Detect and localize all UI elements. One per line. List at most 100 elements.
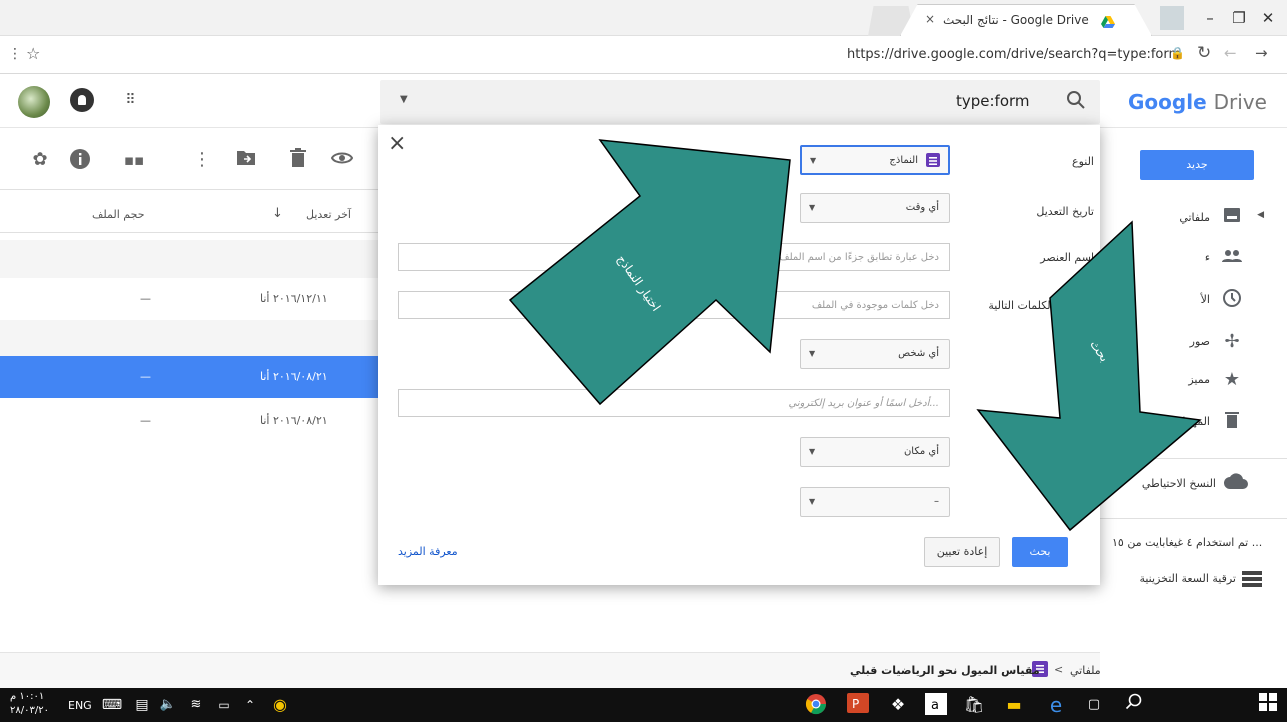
breadcrumb-separator: < xyxy=(1054,663,1064,676)
settings-icon[interactable]: ✿ xyxy=(28,148,52,172)
move-to-folder-icon[interactable] xyxy=(234,148,258,172)
new-button[interactable]: جديد xyxy=(1140,150,1254,180)
notifications-icon[interactable] xyxy=(70,88,94,112)
forward-icon[interactable]: → xyxy=(1255,44,1268,62)
language-indicator[interactable]: ENG xyxy=(68,699,92,712)
window-close-icon[interactable]: ✕ xyxy=(1253,6,1283,30)
modified-label: تاريخ التعديل xyxy=(1036,205,1094,218)
menu-dots-icon[interactable]: ⋮ xyxy=(8,46,22,62)
more-actions-icon[interactable]: ⋮ xyxy=(190,148,214,172)
google-drive-logo[interactable]: Google Drive xyxy=(1128,90,1267,114)
browser-tab[interactable]: × نتائج البحث - Google Drive xyxy=(900,4,1152,36)
store-icon[interactable]: 🛍 xyxy=(962,693,986,717)
chevron-down-icon: ▼ xyxy=(809,349,816,358)
preview-eye-icon[interactable] xyxy=(330,148,354,172)
type-dropdown[interactable]: ▼ النماذج xyxy=(800,145,950,175)
chevron-down-icon: ▼ xyxy=(809,447,816,456)
bookmark-star-icon[interactable]: ☆ xyxy=(26,44,40,63)
dropbox-icon[interactable]: ❖ xyxy=(886,693,910,717)
amazon-icon[interactable]: a xyxy=(924,693,948,717)
advanced-search-dialog: × النوع ▼ النماذج تاريخ التعديل ▼ أي وقت… xyxy=(378,125,1100,585)
divider xyxy=(1100,518,1287,519)
tab-title: نتائج البحث - Google Drive xyxy=(943,13,1089,27)
sidebar-item-label: الأ xyxy=(1200,293,1210,306)
file-explorer-icon[interactable]: ▬ xyxy=(1002,693,1026,717)
expand-caret-icon[interactable]: ◀ xyxy=(1257,210,1264,220)
modified-dropdown[interactable]: ▼ أي وقت xyxy=(800,193,950,223)
search-input[interactable]: type:form xyxy=(956,92,1030,110)
location-value: أي مكان xyxy=(903,446,939,457)
windows-start-icon[interactable] xyxy=(1256,693,1280,717)
item-name-placeholder: دخل عبارة تطابق جزءًا من اسم الملف xyxy=(779,252,939,263)
paint-app-icon[interactable]: ◉ xyxy=(268,693,292,717)
avatar[interactable] xyxy=(18,86,50,118)
logo-google-text: Google xyxy=(1128,90,1207,114)
search-icon[interactable] xyxy=(1122,693,1146,717)
col-header-modified[interactable]: آخر تعديل xyxy=(306,208,351,221)
learn-more-link[interactable]: معرفة المزيد xyxy=(398,545,458,558)
minimize-icon[interactable]: – xyxy=(1195,6,1225,30)
extra-dropdown[interactable]: ▼ – xyxy=(800,487,950,517)
clock-icon xyxy=(1220,288,1244,312)
section-header xyxy=(0,320,380,356)
search-options-caret-icon[interactable]: ▼ xyxy=(400,94,408,105)
chrome-icon[interactable] xyxy=(804,693,828,717)
sidebar-item-photos[interactable]: صور ✢ xyxy=(1116,328,1266,356)
sort-arrow-icon[interactable]: ↓ xyxy=(272,206,283,221)
divider xyxy=(1100,458,1287,459)
col-header-size[interactable]: حجم الملف xyxy=(92,208,145,221)
tab-close-icon[interactable]: × xyxy=(925,12,935,26)
apps-grid-icon[interactable]: ⠿ xyxy=(118,88,142,112)
item-name-input[interactable]: دخل عبارة تطابق جزءًا من اسم الملف xyxy=(398,243,950,271)
sidebar-item-my-drive[interactable]: ملفاتي ◀ xyxy=(1116,204,1266,232)
maximize-icon[interactable]: ❐ xyxy=(1224,6,1254,30)
search-button[interactable]: بحث xyxy=(1012,537,1068,567)
shared-with-input[interactable]: أدخل اسمًا أو عنوان بريد إلكتروني... xyxy=(398,389,950,417)
action-center-icon[interactable]: ▤ xyxy=(130,693,154,717)
powerpoint-icon[interactable]: P xyxy=(846,693,870,717)
sidebar-item-backups[interactable]: النسخ الاحتياطي xyxy=(1116,470,1266,498)
modified-value: أي وقت xyxy=(905,202,939,213)
trash-icon[interactable] xyxy=(286,148,310,172)
clock-time[interactable]: ١٠:٠١ م xyxy=(10,691,44,702)
location-dropdown[interactable]: ▼ أي مكان xyxy=(800,437,950,467)
sidebar-item-trash[interactable]: المهملات xyxy=(1116,408,1266,436)
sidebar-item-shared[interactable]: ء xyxy=(1116,244,1266,272)
back-icon[interactable]: ← xyxy=(1224,44,1237,62)
reload-icon[interactable]: ↻ xyxy=(1197,43,1211,63)
sidebar-item-recent[interactable]: الأ xyxy=(1116,286,1266,314)
address-bar: ⋮ ☆ https://drive.google.com/drive/searc… xyxy=(0,36,1287,74)
search-bar[interactable]: ▼ type:form xyxy=(380,80,1100,124)
trash-icon xyxy=(1220,410,1244,434)
contains-words-input[interactable]: دخل كلمات موجودة في الملف xyxy=(398,291,950,319)
table-row[interactable]: — ٢٠١٦/١٢/١١ أنا xyxy=(0,280,380,320)
chevron-up-icon[interactable]: ⌃ xyxy=(238,693,262,717)
wifi-icon[interactable]: ≋ xyxy=(184,693,208,717)
search-icon[interactable] xyxy=(1066,90,1086,110)
breadcrumb-file[interactable]: مقياس الميول نحو الرياضيات قبلي xyxy=(850,664,1040,677)
reset-button[interactable]: إعادة تعيين xyxy=(924,537,1000,567)
storage-icon xyxy=(1242,571,1262,587)
sidebar-item-starred[interactable]: مميز ★ xyxy=(1116,366,1266,394)
info-icon[interactable] xyxy=(68,148,92,172)
cloud-icon xyxy=(1224,472,1248,496)
volume-icon[interactable]: 🔈 xyxy=(156,693,180,717)
shared-placeholder: أدخل اسمًا أو عنوان بريد إلكتروني... xyxy=(788,398,939,409)
upgrade-storage-link[interactable]: ترقية السعة التخزينية xyxy=(1126,568,1266,590)
edge-icon[interactable]: e xyxy=(1044,693,1068,717)
keyboard-icon[interactable]: ⌨ xyxy=(100,693,124,717)
url-text[interactable]: https://drive.google.com/drive/search?q=… xyxy=(847,47,1181,62)
owner-dropdown[interactable]: ▼ أي شخص xyxy=(800,339,950,369)
grid-view-icon[interactable]: ▪▪ xyxy=(122,148,146,172)
close-icon[interactable]: × xyxy=(388,131,406,156)
clock-date[interactable]: ٢٨/٠٣/٢٠ xyxy=(10,705,49,716)
table-row[interactable]: — ٢٠١٦/٠٨/٢١ أنا xyxy=(0,400,380,442)
storage-usage-text: تم استخدام ٤ غيغابايت من ١٥ ... xyxy=(1112,536,1263,549)
battery-icon[interactable]: ▭ xyxy=(212,693,236,717)
table-row[interactable]: — ٢٠١٦/٠٨/٢١ أنا xyxy=(0,356,380,398)
breadcrumb-root[interactable]: ملفاتي xyxy=(1070,664,1101,677)
task-view-icon[interactable]: ▢ xyxy=(1082,693,1106,717)
profile-icon[interactable] xyxy=(1160,6,1184,30)
type-label: النوع xyxy=(1072,155,1094,168)
details-footer: ملفاتي < مقياس الميول نحو الرياضيات قبلي xyxy=(0,652,1101,688)
